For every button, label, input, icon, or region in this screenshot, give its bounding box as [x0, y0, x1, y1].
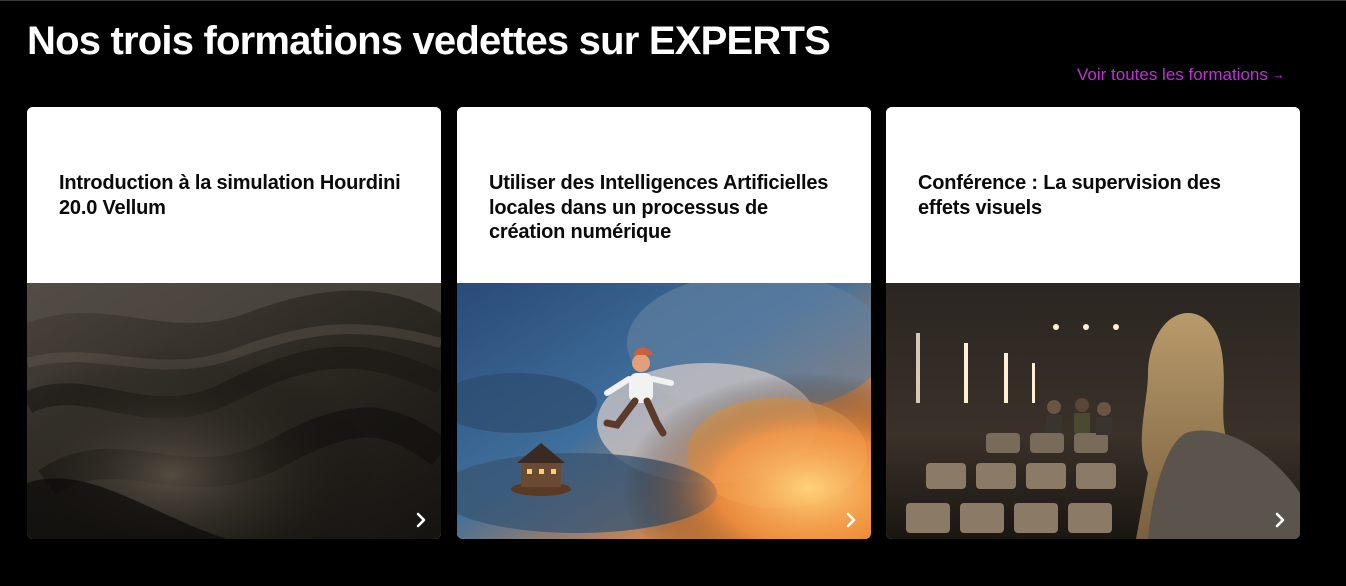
conference-theater-image [886, 283, 1300, 539]
see-all-courses-link[interactable]: Voir toutes les formations → [1077, 65, 1285, 85]
section-title: Nos trois formations vedettes sur EXPERT… [27, 19, 831, 63]
card-title: Conférence : La supervision des effets v… [918, 172, 1221, 219]
arrow-right-icon: → [1271, 67, 1285, 82]
chevron-right-icon[interactable] [1272, 511, 1288, 529]
chevron-right-icon[interactable] [413, 511, 429, 529]
dark-fabric-cloth-image [27, 283, 441, 539]
chevron-right-icon[interactable] [843, 511, 859, 529]
course-card-hourdini[interactable]: Introduction à la simulation Hourdini 20… [27, 107, 441, 539]
card-header: Introduction à la simulation Hourdini 20… [27, 107, 441, 283]
card-title: Introduction à la simulation Hourdini 20… [59, 172, 401, 219]
card-title: Utiliser des Intelligences Artificielles… [489, 172, 829, 243]
course-card-ai[interactable]: Utiliser des Intelligences Artificielles… [457, 107, 871, 539]
card-header: Conférence : La supervision des effets v… [886, 107, 1300, 283]
flying-scientist-clouds-image [457, 283, 871, 539]
featured-section: Nos trois formations vedettes sur EXPERT… [0, 0, 1346, 586]
see-all-label: Voir toutes les formations [1077, 65, 1268, 84]
card-header: Utiliser des Intelligences Artificielles… [457, 107, 871, 283]
course-card-conference[interactable]: Conférence : La supervision des effets v… [886, 107, 1300, 539]
